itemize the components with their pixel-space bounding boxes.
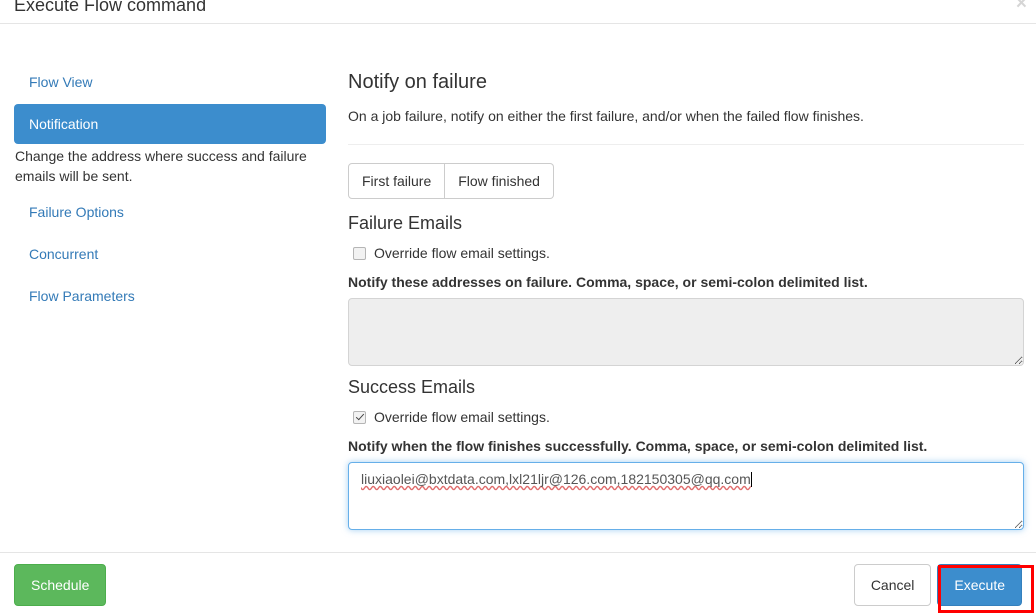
success-emails-help: Notify when the flow finishes successful…	[348, 438, 928, 454]
failure-override-row: Override flow email settings.	[348, 244, 1024, 262]
sidebar-item-flow-view[interactable]: Flow View	[14, 62, 326, 102]
sidebar-nav: Flow View Notification Change the addres…	[0, 62, 340, 316]
modal-footer: Schedule Cancel Execute	[0, 552, 1036, 616]
panel-subtitle: On a job failure, notify on either the f…	[348, 108, 864, 124]
close-icon[interactable]: ×	[1016, 0, 1027, 14]
failure-override-checkbox[interactable]	[353, 246, 366, 260]
failure-override-label[interactable]: Override flow email settings.	[374, 244, 550, 262]
modal-title: Execute Flow command	[14, 0, 207, 15]
sidebar-item-flow-parameters[interactable]: Flow Parameters	[14, 276, 326, 316]
execute-button[interactable]: Execute	[937, 563, 1022, 606]
success-override-label[interactable]: Override flow email settings.	[374, 408, 550, 426]
sidebar-item-flow-parameters-wrap: Flow Parameters	[0, 276, 340, 316]
toggle-first-failure[interactable]: First failure	[348, 163, 446, 199]
modal-body: Flow View Notification Change the addres…	[0, 24, 1036, 552]
sidebar-item-notification[interactable]: Notification	[14, 104, 326, 144]
success-emails-block: Success Emails Override flow email setti…	[348, 376, 1024, 530]
success-emails-input[interactable]: liuxiaolei@bxtdata.com,lxl21ljr@126.com,…	[348, 462, 1024, 530]
success-emails-title: Success Emails	[348, 377, 476, 397]
failure-emails-title: Failure Emails	[348, 213, 463, 233]
execute-flow-modal: Execute Flow command × Flow View Notific…	[0, 0, 1036, 616]
toggle-flow-finished[interactable]: Flow finished	[445, 163, 554, 199]
footer-actions: Cancel Execute	[853, 563, 1022, 606]
sidebar-item-failure-options-wrap: Failure Options	[0, 192, 340, 232]
failure-emails-input[interactable]	[348, 298, 1024, 366]
schedule-button[interactable]: Schedule	[14, 563, 107, 606]
sidebar-description: Change the address where success and fai…	[15, 148, 307, 184]
text-caret	[750, 472, 752, 487]
failure-emails-help: Notify these addresses on failure. Comma…	[348, 274, 868, 290]
success-emails-value: liuxiaolei@bxtdata.com,lxl21ljr@126.com,…	[361, 471, 751, 487]
modal-header: Execute Flow command ×	[0, 0, 1036, 24]
sidebar-item-notification-wrap: Notification Change the address where su…	[0, 104, 340, 186]
panel-title: Notify on failure	[348, 71, 487, 93]
sidebar-item-concurrent[interactable]: Concurrent	[14, 234, 326, 274]
sidebar: Flow View Notification Change the addres…	[0, 24, 340, 552]
sidebar-item-flow-view-wrap: Flow View	[0, 62, 340, 102]
cancel-button[interactable]: Cancel	[853, 563, 932, 606]
sidebar-item-failure-options[interactable]: Failure Options	[14, 192, 326, 232]
notify-toggle-group: First failure Flow finished	[348, 163, 554, 199]
notification-panel: Notify on failure On a job failure, noti…	[340, 24, 1036, 552]
sidebar-item-concurrent-wrap: Concurrent	[0, 234, 340, 274]
success-override-row: Override flow email settings.	[348, 408, 1024, 426]
success-override-checkbox[interactable]	[353, 410, 366, 424]
panel-divider	[348, 144, 1024, 145]
